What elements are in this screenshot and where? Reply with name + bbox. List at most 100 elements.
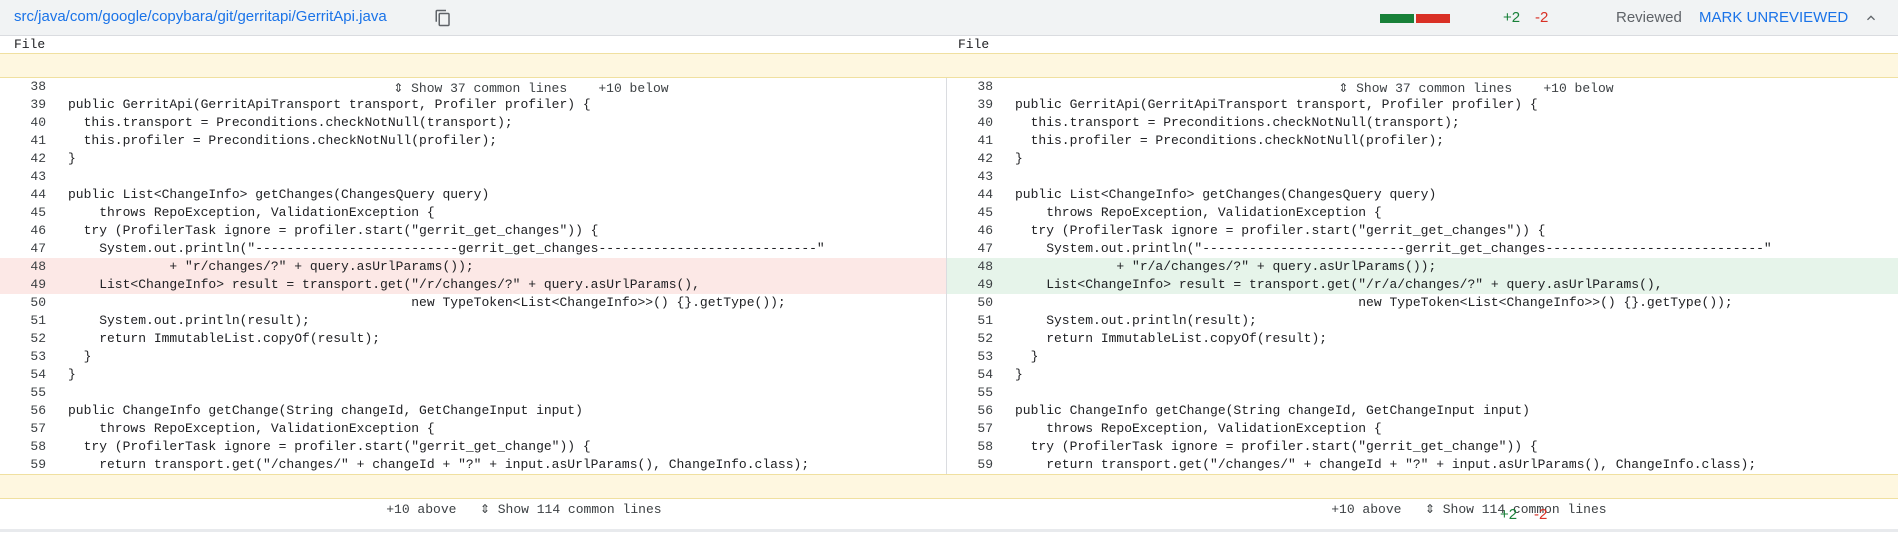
diff-line: 51 System.out.println(result); — [0, 312, 946, 330]
diff-line: 39 public GerritApi(GerritApiTransport tr… — [0, 96, 946, 114]
line-number[interactable]: 53 — [947, 348, 1015, 366]
diff-line: 57 throws RepoException, ValidationExcep… — [0, 420, 946, 438]
code-text: try (ProfilerTask ignore = profiler.star… — [68, 223, 599, 238]
diff-line: 48 + "r/changes/?" + query.asUrlParams()… — [0, 258, 946, 276]
line-number[interactable]: 42 — [0, 150, 68, 168]
diff-line: 56 public ChangeInfo getChange(String cha… — [947, 402, 1898, 420]
line-number[interactable]: 59 — [947, 456, 1015, 474]
file-header: src/java/com/google/copybara/git/gerrita… — [0, 0, 1898, 36]
context-control-top: ⇕ Show 37 common lines +10 below ⇕ Show … — [0, 53, 1898, 96]
line-number[interactable]: 47 — [947, 240, 1015, 258]
code-text: List<ChangeInfo> result = transport.get(… — [1015, 277, 1663, 292]
diff-line: 59 return transport.get("/changes/" + ch… — [947, 456, 1898, 474]
line-number[interactable]: 41 — [947, 132, 1015, 150]
line-number[interactable]: 49 — [0, 276, 68, 294]
code-text: public GerritApi(GerritApiTransport tran… — [1015, 97, 1538, 112]
code-text: + "r/a/changes/?" + query.asUrlParams())… — [1015, 259, 1437, 274]
diff-line: 47 System.out.println("-----------------… — [0, 240, 946, 258]
line-number[interactable]: 40 — [0, 114, 68, 132]
code-text: System.out.println("--------------------… — [1015, 241, 1772, 256]
show-above-button[interactable]: +10 above — [1331, 502, 1401, 517]
line-number[interactable]: 54 — [0, 366, 68, 384]
line-number[interactable]: 51 — [0, 312, 68, 330]
diff-line: 56 public ChangeInfo getChange(String cha… — [0, 402, 946, 420]
header-deletions-count: -2 — [1535, 9, 1549, 26]
diff-line: 43 — [947, 168, 1898, 186]
diff-line: 44 public List<ChangeInfo> getChanges(Cha… — [947, 186, 1898, 204]
line-number[interactable]: 55 — [0, 384, 68, 402]
diff-line: 40 this.transport = Preconditions.checkN… — [0, 114, 946, 132]
line-number[interactable]: 46 — [947, 222, 1015, 240]
diff-line: 57 throws RepoException, ValidationExcep… — [947, 420, 1898, 438]
left-context-top: ⇕ Show 37 common lines +10 below — [362, 54, 668, 96]
line-number[interactable]: 44 — [947, 186, 1015, 204]
line-number[interactable]: 50 — [947, 294, 1015, 312]
file-path-link[interactable]: src/java/com/google/copybara/git/gerrita… — [14, 8, 387, 25]
expand-icon: ⇕ — [479, 502, 490, 516]
diff-line: 52 return ImmutableList.copyOf(result); — [0, 330, 946, 348]
line-number[interactable]: 44 — [0, 186, 68, 204]
diff-line: 53 } — [0, 348, 946, 366]
line-number[interactable]: 57 — [0, 420, 68, 438]
line-number[interactable]: 58 — [0, 438, 68, 456]
line-number[interactable]: 45 — [0, 204, 68, 222]
code-text: System.out.println("--------------------… — [68, 241, 825, 256]
line-number[interactable]: 55 — [947, 384, 1015, 402]
diff-line: 47 System.out.println("-----------------… — [947, 240, 1898, 258]
code-text: public GerritApi(GerritApiTransport tran… — [68, 97, 591, 112]
show-above-button[interactable]: +10 above — [386, 502, 456, 517]
line-number[interactable]: 48 — [947, 258, 1015, 276]
line-number[interactable]: 56 — [0, 402, 68, 420]
chevron-up-icon[interactable] — [1863, 10, 1879, 26]
line-number[interactable]: 39 — [947, 96, 1015, 114]
code-text: List<ChangeInfo> result = transport.get(… — [68, 277, 700, 292]
diff-line: 42} — [947, 150, 1898, 168]
line-number[interactable]: 58 — [947, 438, 1015, 456]
line-number[interactable]: 50 — [0, 294, 68, 312]
code-text: } — [68, 151, 76, 166]
line-number[interactable]: 48 — [0, 258, 68, 276]
line-number[interactable]: 40 — [947, 114, 1015, 132]
line-number[interactable]: 51 — [947, 312, 1015, 330]
line-number[interactable]: 47 — [0, 240, 68, 258]
diff-line: 50 new TypeToken<List<ChangeInfo>>() {}.… — [0, 294, 946, 312]
diff-line: 42} — [0, 150, 946, 168]
line-number[interactable]: 45 — [947, 204, 1015, 222]
code-text: this.profiler = Preconditions.checkNotNu… — [68, 133, 498, 148]
line-number[interactable]: 42 — [947, 150, 1015, 168]
diff-line: 49 List<ChangeInfo> result = transport.g… — [947, 276, 1898, 294]
copy-icon[interactable] — [434, 9, 452, 27]
line-number[interactable]: 46 — [0, 222, 68, 240]
line-number[interactable]: 43 — [947, 168, 1015, 186]
diff-line: 48 + "r/a/changes/?" + query.asUrlParams… — [947, 258, 1898, 276]
line-number[interactable]: 52 — [947, 330, 1015, 348]
line-number[interactable]: 43 — [0, 168, 68, 186]
code-text: try (ProfilerTask ignore = profiler.star… — [1015, 439, 1538, 454]
line-number[interactable]: 56 — [947, 402, 1015, 420]
diff-line: 39 public GerritApi(GerritApiTransport tr… — [947, 96, 1898, 114]
line-number[interactable]: 39 — [0, 96, 68, 114]
code-text: public List<ChangeInfo> getChanges(Chang… — [68, 187, 490, 202]
code-text: try (ProfilerTask ignore = profiler.star… — [1015, 223, 1546, 238]
diff-line: 41 this.profiler = Preconditions.checkNo… — [0, 132, 946, 150]
code-text: new TypeToken<List<ChangeInfo>>() {}.get… — [68, 295, 786, 310]
mark-unreviewed-button[interactable]: MARK UNREVIEWED — [1699, 9, 1848, 26]
code-text: public ChangeInfo getChange(String chang… — [68, 403, 583, 418]
line-number[interactable]: 52 — [0, 330, 68, 348]
line-number[interactable]: 49 — [947, 276, 1015, 294]
line-number[interactable]: 38 — [0, 78, 68, 96]
diff-line: 38 — [0, 78, 946, 96]
line-number[interactable]: 59 — [0, 456, 68, 474]
line-number[interactable]: 57 — [947, 420, 1015, 438]
line-number[interactable]: 54 — [947, 366, 1015, 384]
line-number[interactable]: 38 — [947, 78, 1015, 96]
code-text: this.transport = Preconditions.checkNotN… — [1015, 115, 1460, 130]
show-common-lines-button[interactable]: ⇕ Show 114 common lines — [480, 502, 662, 517]
line-number[interactable]: 53 — [0, 348, 68, 366]
reviewed-status: Reviewed — [1616, 9, 1682, 26]
line-number[interactable]: 41 — [0, 132, 68, 150]
diff-line: 45 throws RepoException, ValidationExcep… — [947, 204, 1898, 222]
diff-line: 55 — [0, 384, 946, 402]
context-control-bottom: +10 above ⇕ Show 114 common lines +10 ab… — [0, 474, 1898, 517]
diff-line: 41 this.profiler = Preconditions.checkNo… — [947, 132, 1898, 150]
